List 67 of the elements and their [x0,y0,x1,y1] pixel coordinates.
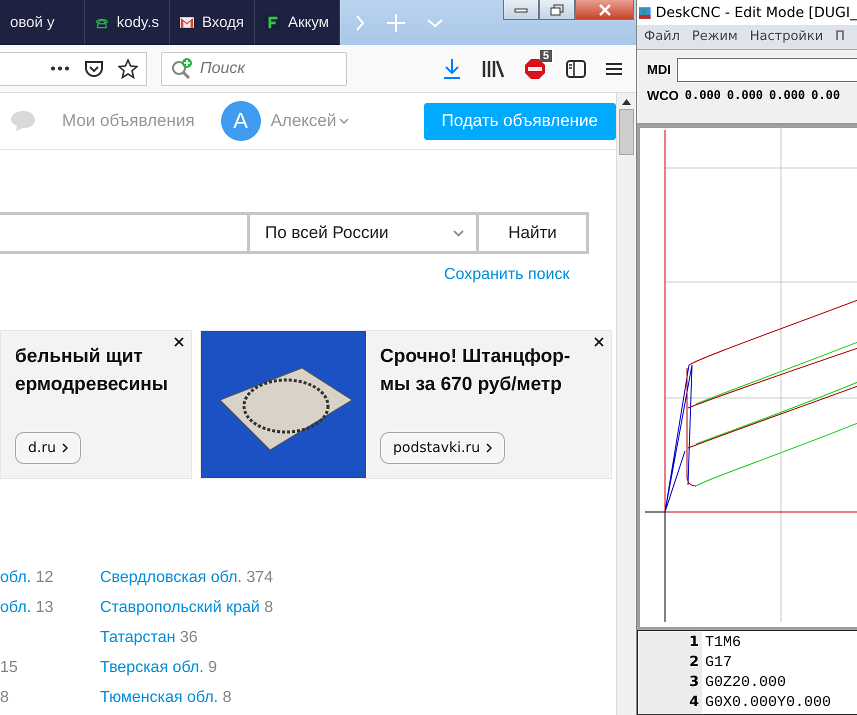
minimize-icon [514,6,528,12]
search-icon [170,58,194,80]
chevron-right-icon [62,443,68,453]
region-count: 8 [222,689,232,706]
wco-label: WCO [647,88,679,103]
scroll-thumb[interactable] [619,109,634,155]
mdi-input[interactable] [676,58,857,82]
code-line: G17 [705,654,734,673]
ad-link-button[interactable]: d.ru [15,432,81,464]
ad-card[interactable]: бельный щит ермодревесины d.ru [0,330,192,479]
download-icon[interactable] [442,58,462,80]
star-icon[interactable] [118,58,138,78]
region-count: 9 [207,659,218,676]
line-number: 2 [689,654,699,672]
wco-value: 0.000 [726,88,764,102]
caret-icon [339,118,350,124]
address-bar[interactable] [0,52,147,86]
chevron-right-icon [486,443,492,453]
restore-button[interactable] [539,0,575,20]
mdi-label: MDI [647,62,671,78]
close-icon [598,4,612,16]
scroll-up-icon[interactable] [622,99,631,105]
stop-sign-icon[interactable] [524,58,546,80]
region-count: 13 [34,599,54,616]
more-dots-icon[interactable] [50,66,70,71]
code-line: G0X0.000Y0.000 [705,694,832,713]
ad-headline: бельный щит ермодревесины [15,345,168,397]
ad-card[interactable]: Срочно! Штанцфор- мы за 670 руб/метр podstavki.ru [200,330,612,479]
window-title: DeskCNC - Edit Mode [DUGI_ [656,4,857,21]
menu-item[interactable]: Настройки [750,29,824,44]
minimize-button[interactable] [503,0,539,20]
search-field[interactable] [0,215,247,251]
line-number: 4 [689,694,699,712]
region-count: 8 [0,689,9,706]
wco-value: 0.00 [811,88,840,102]
scrollbar[interactable] [616,93,636,715]
pocket-icon[interactable] [84,60,104,78]
ad-headline: Срочно! Штанцфор- мы за 670 руб/метр [380,345,570,397]
restore-icon [550,4,564,16]
close-button[interactable] [575,0,634,20]
sidebar-icon[interactable] [566,60,586,78]
find-button[interactable]: Найти [479,215,586,251]
menu-item[interactable]: Файл [644,29,680,44]
wco-value: 0.000 [769,88,806,102]
region-count: 12 [34,569,54,586]
code-line: T1M6 [705,634,742,653]
code-line: G0Z20.000 [705,674,788,693]
region-select[interactable]: По всей России [250,215,476,251]
menu-item[interactable]: Режим [692,29,738,44]
mail-icon [180,16,194,29]
close-icon[interactable] [174,337,184,347]
line-number: 3 [689,674,699,692]
region-count: 36 [178,629,198,646]
menu-icon[interactable] [606,62,622,76]
search-field[interactable]: Поиск [161,52,347,86]
wco-value: 0.000 [684,88,721,102]
region-count: 8 [263,599,274,616]
letter-f-icon [265,14,280,31]
region-count: 15 [0,659,18,676]
ad-link-button[interactable]: podstavki.ru [380,432,506,464]
line-number: 1 [689,634,699,652]
close-icon[interactable] [594,337,604,347]
count-badge: 5 [540,50,552,62]
caret-icon [453,230,464,236]
menu-item[interactable]: П [835,29,845,44]
region-count: 374 [245,569,274,586]
library-icon[interactable] [482,58,504,78]
